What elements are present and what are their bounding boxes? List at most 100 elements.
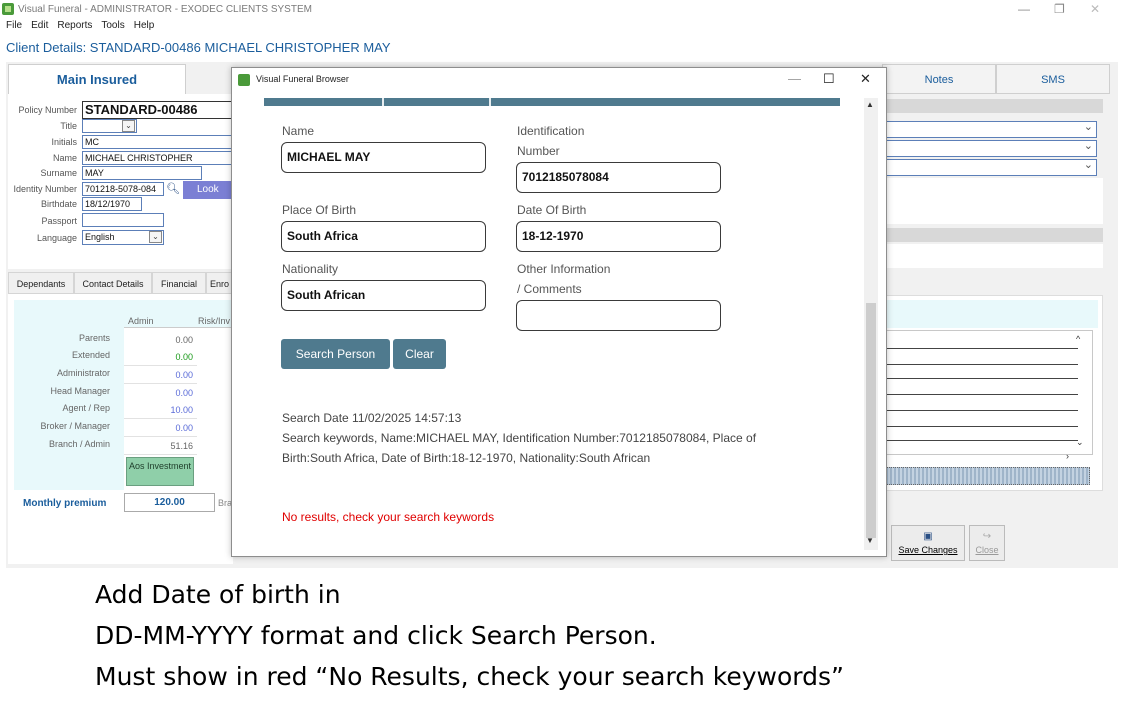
surname-label: Surname [40,168,77,178]
menu-tools[interactable]: Tools [101,20,124,31]
initials-field[interactable]: MC [82,135,232,149]
tab-enrolment[interactable]: Enro [206,272,233,294]
search-icon[interactable]: 🔍︎ [166,182,180,195]
list-line [886,364,1078,365]
scroll-up-icon[interactable]: ^ [1076,334,1080,344]
birthdate-field[interactable]: 18/12/1970 [82,197,142,211]
search-person-button[interactable]: Search Person [281,339,390,369]
restore-icon[interactable]: ❐ [1054,2,1065,16]
row-value-branch-admin[interactable]: 51.16 [124,437,197,455]
comments-input[interactable] [516,300,721,331]
scroll-thumb[interactable] [866,303,876,538]
admin-column-header: Admin [128,316,154,326]
close-button[interactable]: ↪ Close [969,525,1005,561]
right-dropdown-2[interactable] [883,139,1097,157]
passport-field[interactable] [82,213,164,227]
nationality-input[interactable]: South African [281,280,486,311]
dialog-header-bar [264,98,840,106]
row-label-administrator: Administrator [56,368,110,378]
date-of-birth-label: Date Of Birth [517,203,587,217]
list-line [886,348,1078,349]
right-dropdown-1[interactable] [883,120,1097,138]
tab-contact-details[interactable]: Contact Details [74,272,152,294]
right-selection-bar [885,467,1090,485]
minimize-icon[interactable]: — [1018,2,1030,16]
dialog-titlebar: Visual Funeral Browser — ☐ ✕ [232,68,886,92]
scroll-up-icon[interactable]: ▲ [866,100,874,109]
scroll-right-icon[interactable]: › [1066,451,1069,461]
chevron-down-icon[interactable]: ⌄ [149,231,162,243]
monthly-premium-field[interactable]: 120.00 [124,493,215,512]
aos-investment-button[interactable]: Aos Investment [126,457,194,486]
tab-notes[interactable]: Notes [882,64,996,94]
maximize-icon[interactable]: ☐ [823,71,835,87]
tab-financial[interactable]: Financial [152,272,206,294]
identification-label-line2: Number [517,144,560,158]
row-value-broker-manager[interactable]: 0.00 [124,419,197,437]
search-date: Search Date 11/02/2025 14:57:13 [282,411,462,425]
menu-file[interactable]: File [6,20,22,31]
app-logo-icon [2,3,14,15]
date-of-birth-input[interactable]: 18-12-1970 [516,221,721,252]
row-value-head-manager[interactable]: 0.00 [124,384,197,402]
monthly-premium-label: Monthly premium [23,498,107,509]
row-label-head-manager: Head Manager [50,386,110,396]
row-value-administrator[interactable]: 0.00 [124,366,197,384]
chevron-down-icon[interactable]: ⌄ [122,120,135,132]
scroll-down-icon[interactable]: ▼ [866,536,874,545]
other-information-label-line2: / Comments [517,282,582,296]
nationality-label: Nationality [282,262,339,276]
scroll-down-icon[interactable]: ⌄ [1076,437,1084,448]
passport-label: Passport [41,216,77,226]
row-label-parents: Parents [78,333,110,343]
row-value-parents[interactable]: 0.00 [124,331,197,349]
save-changes-button[interactable]: ▣ Save Changes [891,525,965,561]
close-window-icon[interactable]: ✕ [1090,2,1100,16]
menu-help[interactable]: Help [134,20,155,31]
list-line [886,410,1078,411]
identification-number-input[interactable]: 7012185078084 [516,162,721,193]
tab-main-insured[interactable]: Main Insured [8,64,186,94]
list-line [886,426,1078,427]
list-line [886,394,1078,395]
save-changes-label: Save Changes [898,545,958,555]
identification-label-line1: Identification [517,124,585,138]
tab-sms[interactable]: SMS [996,64,1110,94]
close-dialog-icon[interactable]: ✕ [860,71,871,87]
policy-number-label: Policy Number [18,105,77,115]
row-value-agent-rep[interactable]: 10.00 [124,401,197,419]
instruction-line-1: Add Date of birth in [95,580,341,609]
name-field[interactable]: MICHAEL CHRISTOPHER [82,151,232,165]
lookup-button[interactable]: Look [183,181,233,199]
place-of-birth-input[interactable]: South Africa [281,221,486,252]
language-label: Language [36,233,77,243]
surname-field[interactable]: MAY [82,166,202,180]
other-information-label-line1: Other Information [517,262,611,276]
name-input[interactable]: MICHAEL MAY [281,142,486,173]
client-details-heading: Client Details: STANDARD-00486 MICHAEL C… [6,40,391,55]
funeral-browser-dialog: Visual Funeral Browser — ☐ ✕ Name MICHAE… [231,67,887,557]
name-label: Name [282,124,315,138]
policy-number-field[interactable]: STANDARD-00486 [82,101,232,119]
menu-edit[interactable]: Edit [31,20,48,31]
save-icon: ▣ [923,531,933,542]
close-door-icon: ↪ [982,531,992,542]
clear-button[interactable]: Clear [393,339,446,369]
right-header-bar [883,99,1103,113]
identity-number-label: Identity Number [13,184,77,194]
identity-number-field[interactable]: 701218-5078-084 [82,182,164,196]
right-lower-header [883,300,1098,328]
right-header-bar-2 [883,228,1103,242]
menu-reports[interactable]: Reports [57,20,92,31]
no-results-message: No results, check your search keywords [282,510,495,524]
risk-column-header: Risk/Inv [198,316,231,326]
search-keywords-line2: Birth:South Africa, Date of Birth:18-12-… [282,451,651,465]
place-of-birth-label: Place Of Birth [282,203,357,217]
tab-dependants[interactable]: Dependants [8,272,74,294]
title-label: Title [60,121,77,131]
row-label-broker-manager: Broker / Manager [40,421,110,431]
right-dropdown-3[interactable] [883,158,1097,176]
right-list[interactable] [883,330,1093,455]
row-value-extended[interactable]: 0.00 [124,348,197,366]
minimize-icon[interactable]: — [788,71,801,86]
